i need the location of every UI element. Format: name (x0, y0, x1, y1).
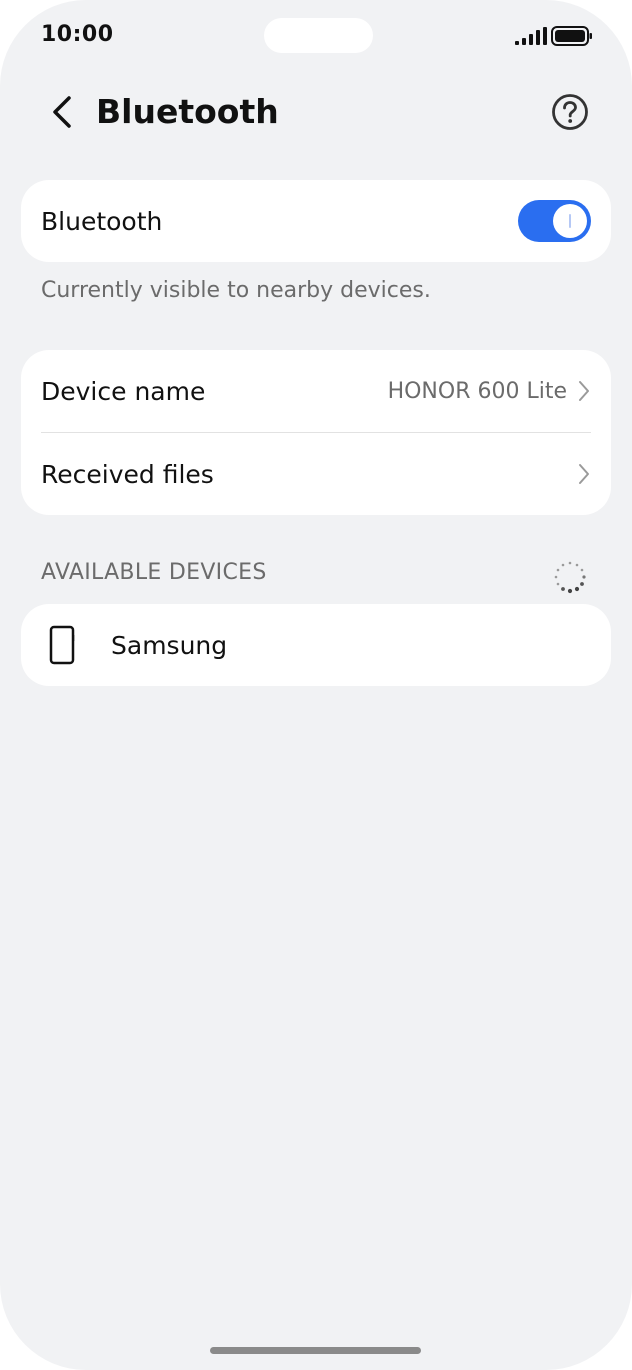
received-files-label: Received files (41, 459, 214, 489)
battery-icon (551, 26, 592, 46)
device-name-row[interactable]: Device name HONOR 600 Lite (41, 350, 591, 432)
device-name-label: Device name (41, 376, 206, 406)
device-name: Samsung (111, 630, 228, 660)
available-devices-card: Samsung (21, 604, 611, 686)
status-time: 10:00 (41, 22, 114, 47)
chevron-left-icon (53, 96, 71, 128)
loading-spinner-icon (554, 561, 586, 594)
toggle-knob (553, 204, 587, 238)
bluetooth-label: Bluetooth (41, 206, 163, 236)
bluetooth-toggle[interactable] (518, 200, 591, 242)
page-title: Bluetooth (96, 92, 279, 131)
available-devices-header: AVAILABLE DEVICES (41, 560, 267, 585)
visibility-status: Currently visible to nearby devices. (41, 278, 431, 303)
chevron-right-icon (579, 464, 589, 484)
settings-card: Device name HONOR 600 Lite Received file… (21, 350, 611, 515)
back-button[interactable] (40, 90, 84, 134)
device-name-value: HONOR 600 Lite (387, 378, 567, 404)
received-files-row[interactable]: Received files (41, 433, 591, 515)
home-indicator[interactable] (210, 1347, 421, 1354)
bluetooth-card: Bluetooth (21, 180, 611, 262)
signal-icon (515, 27, 547, 45)
phone-screen: 10:00 Bluetooth Bluetooth Currently visi… (0, 0, 632, 1370)
phone-icon (49, 625, 75, 665)
camera-notch (264, 18, 373, 53)
help-button[interactable] (550, 92, 590, 132)
bluetooth-row[interactable]: Bluetooth (41, 180, 591, 262)
chevron-right-icon (579, 381, 589, 401)
device-list-item[interactable]: Samsung (41, 604, 591, 686)
